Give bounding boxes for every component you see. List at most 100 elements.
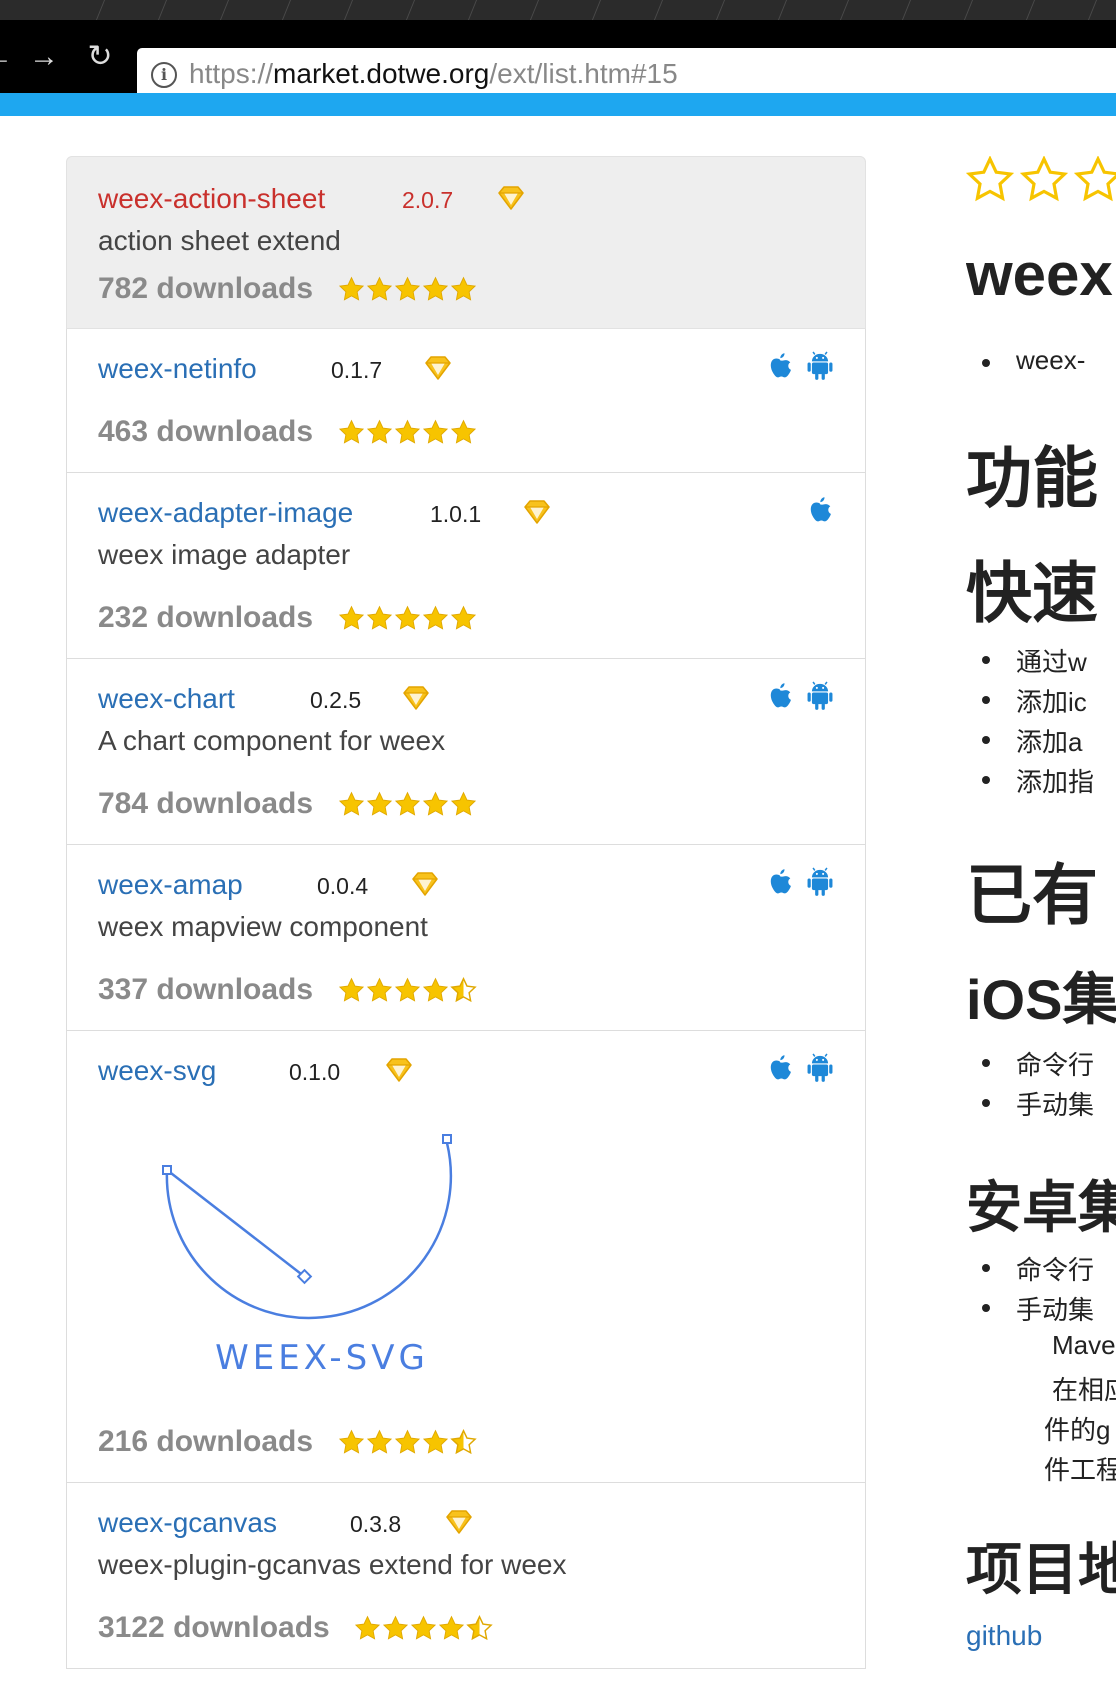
browser-tab[interactable]	[281, 0, 353, 20]
heading-ios: iOS集	[966, 968, 1116, 1031]
star-outline-icon[interactable]	[966, 156, 1014, 204]
star-icon	[450, 791, 477, 816]
extension-name-link[interactable]: weex-gcanvas	[98, 1507, 277, 1538]
url-path: /ext/list.htm#15	[489, 58, 678, 89]
extension-name-link[interactable]: weex-svg	[98, 1055, 216, 1086]
back-icon[interactable]: ←	[0, 40, 16, 76]
star-icon	[394, 419, 421, 444]
android-text: 在相应	[1052, 1375, 1116, 1405]
apple-icon	[770, 1055, 791, 1080]
step-item: 添加ic	[982, 682, 1087, 719]
platform-icons	[806, 495, 834, 525]
platform-icons	[766, 351, 834, 381]
star-icon	[366, 276, 393, 301]
download-count: 216 downloads	[98, 1425, 314, 1458]
star-icon	[366, 419, 393, 444]
star-icon	[338, 605, 365, 630]
browser-tab[interactable]	[219, 0, 291, 20]
rating-input[interactable]	[966, 156, 1116, 204]
ios-item: 手动集	[981, 1085, 1094, 1122]
android-icon	[807, 1053, 833, 1082]
weex-svg-logo-text: WEEX-SVG	[215, 1338, 429, 1378]
heading-existing: 已有	[966, 858, 1098, 932]
browser-tab[interactable]	[715, 0, 787, 20]
platform-icons	[766, 867, 834, 897]
diamond-icon	[498, 186, 524, 210]
star-icon	[338, 1429, 365, 1454]
reload-icon[interactable]: ↻	[82, 40, 118, 76]
star-icon	[422, 276, 449, 301]
extension-title-row: weex-adapter-image 1.0.1	[98, 497, 798, 533]
extension-name-link[interactable]: weex-chart	[98, 683, 235, 714]
star-icon	[366, 791, 393, 816]
star-icon	[422, 605, 449, 630]
extension-version: 0.0.4	[317, 873, 369, 899]
extension-name-link[interactable]: weex-amap	[98, 869, 243, 900]
tab-strip	[0, 0, 1116, 20]
ios-item: 命令行	[981, 1045, 1094, 1082]
star-icon	[354, 1615, 381, 1640]
browser-tab[interactable]	[839, 0, 911, 20]
browser-tab[interactable]	[529, 0, 601, 20]
extension-item[interactable]: weex-netinfo 0.1.7 463 downloads	[66, 329, 866, 473]
android-icon	[807, 351, 833, 380]
extension-item[interactable]: weex-action-sheet 2.0.7 action sheet exten…	[66, 156, 866, 329]
browser-tab[interactable]	[901, 0, 973, 20]
star-half-icon	[450, 1429, 477, 1455]
download-count: 3122 downloads	[98, 1611, 330, 1644]
download-count: 784 downloads	[98, 787, 314, 820]
diamond-icon	[412, 872, 438, 896]
extension-version: 2.0.7	[402, 187, 454, 213]
diamond-icon	[403, 686, 429, 710]
heading-features: 功能	[966, 441, 1098, 515]
android-text: 件的g	[1044, 1415, 1111, 1445]
android-item: 手动集	[981, 1290, 1094, 1327]
star-icon	[394, 276, 421, 301]
url-text[interactable]: https://market.dotwe.org/ext/list.htm#15	[189, 58, 678, 90]
extension-description: A chart component for weex	[98, 725, 446, 756]
extension-name-link[interactable]: weex-netinfo	[98, 353, 257, 384]
browser-tab[interactable]	[777, 0, 849, 20]
star-rating	[338, 605, 477, 632]
heading-project: 项目地	[966, 1538, 1116, 1601]
extension-title-row: weex-svg 0.1.0	[98, 1055, 798, 1091]
browser-tab[interactable]	[653, 0, 725, 20]
browser-tab[interactable]	[343, 0, 415, 20]
star-rating	[354, 1615, 493, 1642]
android-icon	[807, 867, 833, 896]
diamond-icon	[446, 1510, 472, 1534]
extension-item[interactable]: weex-chart 0.2.5 A chart component for wee…	[66, 659, 866, 845]
browser-tab[interactable]	[467, 0, 539, 20]
extension-name-link[interactable]: weex-adapter-image	[98, 497, 353, 528]
android-item: 命令行	[981, 1250, 1094, 1287]
star-rating	[338, 276, 477, 303]
star-outline-icon[interactable]	[1074, 156, 1116, 204]
browser-tab[interactable]	[405, 0, 477, 20]
extension-item[interactable]: weex-svg 0.1.0 WEEX-SVG 216 downloads	[66, 1031, 866, 1483]
extension-version: 0.1.0	[289, 1059, 341, 1085]
browser-tab[interactable]	[157, 0, 229, 20]
star-icon	[338, 276, 365, 301]
extension-description: weex mapview component	[98, 911, 428, 942]
extension-item[interactable]: weex-adapter-image 1.0.1 weex image adapte…	[66, 473, 866, 659]
url-host: market.dotwe.org	[273, 58, 490, 89]
star-rating	[338, 977, 477, 1004]
star-outline-icon[interactable]	[1020, 156, 1068, 204]
download-count: 782 downloads	[98, 272, 314, 305]
extension-description: action sheet extend	[98, 225, 341, 256]
github-link[interactable]: github	[966, 1620, 1042, 1652]
detail-pane: weex weex- 功能 快速 通过w 添加ic 添加a 添加指 已有 iOS…	[966, 0, 1116, 1690]
extension-item[interactable]: weex-gcanvas 0.3.8 weex-plugin-gcanvas ext…	[66, 1483, 866, 1669]
extension-description: weex image adapter	[98, 539, 351, 570]
info-icon[interactable]: i	[151, 62, 177, 88]
weex-svg-logo: WEEX-SVG	[162, 1134, 453, 1378]
star-icon	[382, 1615, 409, 1640]
browser-tab[interactable]	[591, 0, 663, 20]
browser-tab[interactable]	[95, 0, 167, 20]
apple-icon	[770, 683, 791, 708]
platform-icons	[766, 1053, 834, 1083]
extension-item[interactable]: weex-amap 0.0.4 weex mapview component 337 …	[66, 845, 866, 1031]
header-accent-bar	[0, 93, 1116, 116]
extension-name-link[interactable]: weex-action-sheet	[98, 183, 325, 214]
forward-icon[interactable]: →	[26, 40, 62, 76]
